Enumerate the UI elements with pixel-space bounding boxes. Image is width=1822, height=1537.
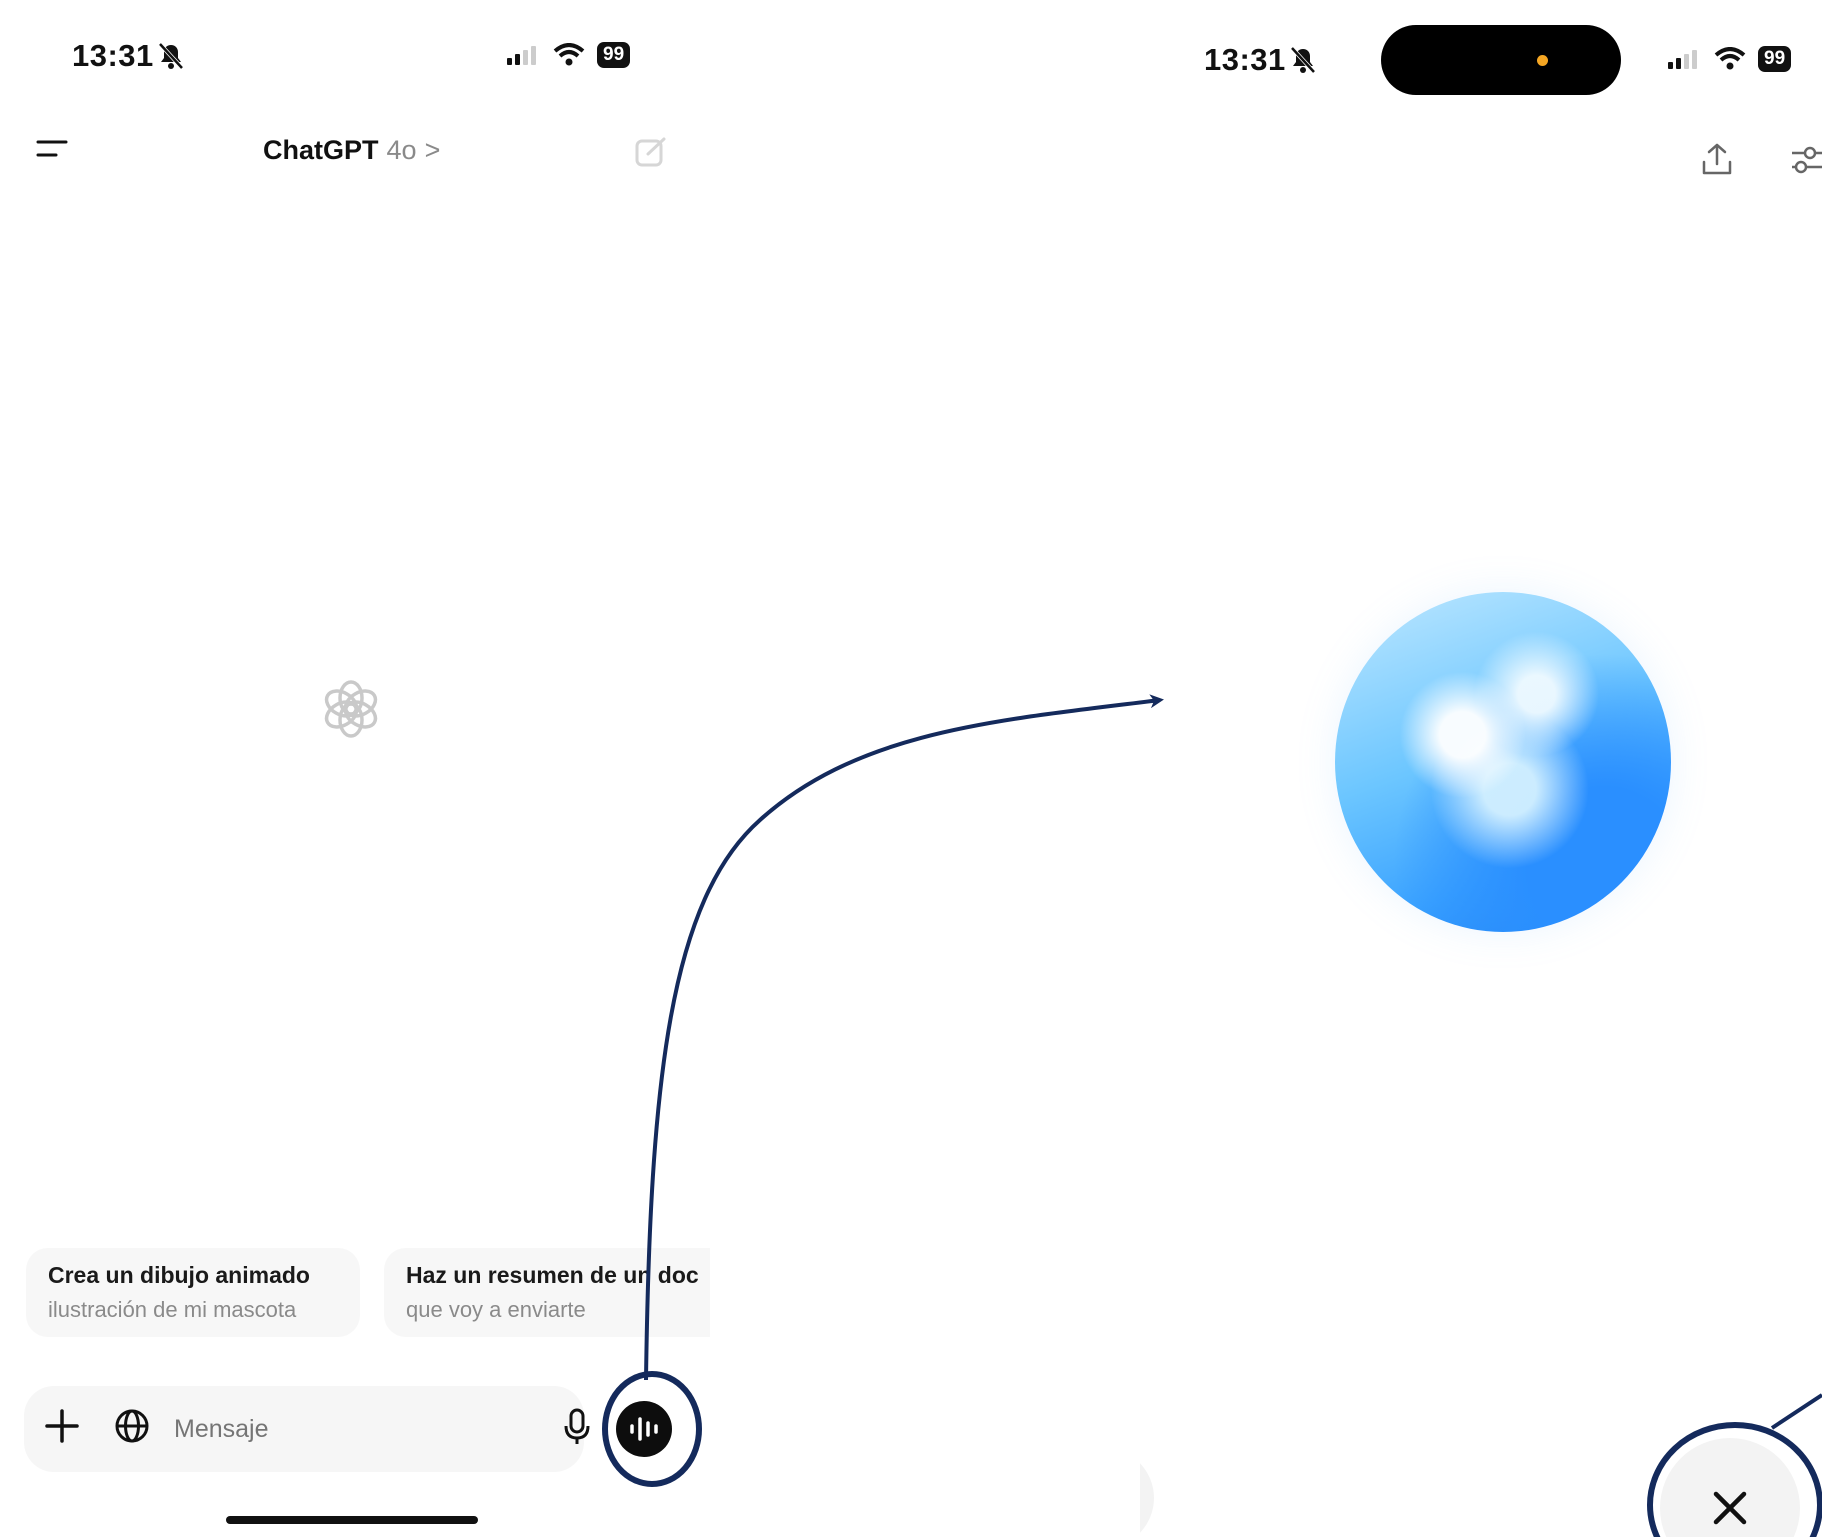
annotation-circle — [602, 1371, 702, 1487]
annotation-circle — [1647, 1422, 1822, 1537]
annotation-line — [1770, 1393, 1822, 1430]
annotation-arrow — [644, 694, 1164, 1381]
annotation-overlay — [602, 694, 1822, 1537]
